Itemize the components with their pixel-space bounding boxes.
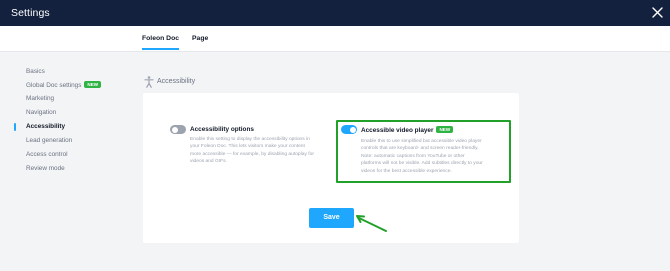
sidebar-item-basics[interactable]: Basics: [26, 68, 45, 75]
active-indicator: [14, 123, 16, 131]
new-badge: NEW: [436, 126, 454, 133]
sidebar-item-accessibility[interactable]: Accessibility: [26, 123, 65, 130]
description-line: platforms will not be visible. Add subti…: [361, 161, 483, 167]
description-line: your Foleon Doc. This lets visitors make…: [190, 144, 305, 150]
sidebar-item-global-doc-settings[interactable]: Global Doc settings NEW: [26, 81, 102, 89]
sidebar-item-lead-generation[interactable]: Lead generation: [26, 137, 72, 144]
description-line: videos and GIFs.: [190, 159, 227, 165]
sidebar-item-label: Navigation: [26, 109, 57, 116]
annotation-arrow-icon: [356, 215, 387, 232]
sidebar-item-label: Marketing: [26, 95, 55, 102]
description-line: more accessible — for example, by disabl…: [190, 151, 314, 157]
settings-sidebar: Basics Global Doc settings NEW Marketing …: [0, 52, 140, 271]
accessibility-options-toggle[interactable]: [170, 125, 186, 134]
description-line: Enable this to use simplified but access…: [361, 139, 482, 144]
accessibility-person-icon: [144, 76, 154, 88]
new-badge: NEW: [84, 81, 102, 88]
sidebar-item-label: Accessibility: [26, 123, 66, 130]
toggle-knob: [349, 126, 356, 133]
accessible-video-player-description: Enable this to use simplified but access…: [361, 138, 507, 175]
tab-page[interactable]: Page: [192, 35, 208, 42]
section-title: Accessibility: [157, 78, 196, 85]
accessible-video-player-toggle[interactable]: [341, 125, 357, 134]
tab-bar: Foleon Doc Page: [0, 26, 670, 52]
sidebar-item-marketing[interactable]: Marketing: [26, 95, 54, 102]
option-title-label: Accessible video player: [361, 127, 434, 134]
sidebar-item-label: Global Doc settings: [26, 82, 82, 89]
description-line: videos for the best accessible experienc…: [361, 168, 452, 174]
save-button[interactable]: Save: [309, 208, 354, 228]
sidebar-item-access-control[interactable]: Access control: [26, 151, 68, 158]
settings-header: Settings: [0, 0, 670, 26]
accessibility-options-title: Accessibility options: [190, 126, 254, 133]
sidebar-item-label: Access control: [26, 151, 68, 158]
settings-title: Settings: [11, 7, 50, 19]
accessibility-options-description: Enable this setting to display the acces…: [190, 136, 330, 166]
description-line: Note: automatic captions from YouTube or…: [361, 153, 465, 159]
sidebar-item-navigation[interactable]: Navigation: [26, 109, 56, 116]
description-line: controls that are keyboard- and screen r…: [361, 146, 479, 152]
close-icon[interactable]: [651, 6, 664, 19]
sidebar-item-review-mode[interactable]: Review mode: [26, 165, 65, 172]
tab-foleon-doc[interactable]: Foleon Doc: [142, 35, 180, 50]
toggle-knob: [171, 126, 178, 133]
sidebar-item-label: Basics: [26, 68, 45, 75]
sidebar-item-label: Review mode: [26, 165, 65, 172]
accessible-video-player-title: Accessible video player NEW: [361, 126, 454, 134]
description-line: Enable this setting to display the acces…: [190, 137, 310, 142]
sidebar-item-label: Lead generation: [26, 137, 73, 144]
